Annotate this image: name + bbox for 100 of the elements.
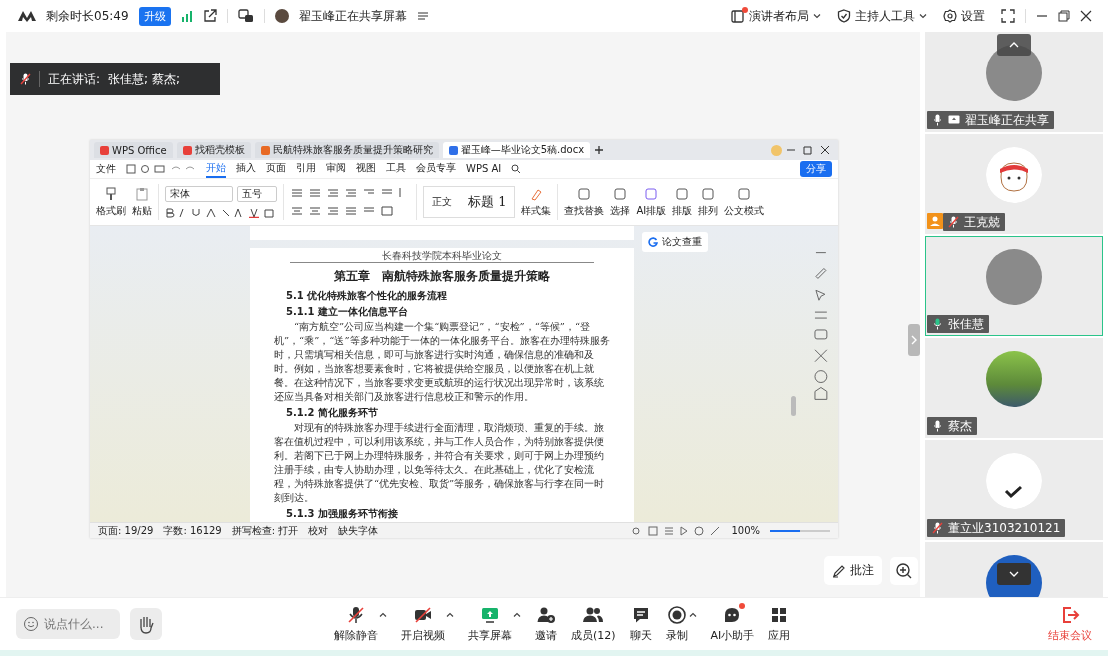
- restore-icon[interactable]: [1058, 10, 1070, 22]
- options-caret-icon[interactable]: [446, 611, 454, 619]
- scrollbar-thumb[interactable]: [791, 396, 797, 416]
- ribbon-tool-label[interactable]: 查找替换: [564, 203, 605, 218]
- ribbon-tab[interactable]: 审阅: [326, 160, 346, 178]
- participant-tile[interactable]: 董立业3103210121: [925, 440, 1103, 540]
- toolbar-button[interactable]: 邀请: [535, 605, 557, 643]
- list-icon[interactable]: [416, 10, 429, 22]
- ribbon-tab[interactable]: 工具: [386, 160, 406, 178]
- participant-tile[interactable]: 翟玉峰正在共享: [925, 32, 1103, 132]
- quick-access-icons[interactable]: [126, 164, 196, 174]
- ribbon-tool-label[interactable]: 选择: [610, 203, 631, 218]
- top-menu-button[interactable]: 演讲者布局: [731, 7, 821, 25]
- share-screen-icon: [480, 605, 500, 625]
- style-set-label[interactable]: 样式集: [521, 203, 552, 218]
- top-menu-button[interactable]: 设置: [943, 7, 985, 25]
- ribbon-tab[interactable]: WPS AI: [466, 161, 502, 177]
- missing-fonts-warning[interactable]: 缺失字体: [338, 523, 379, 538]
- toolbar-button[interactable]: 录制: [665, 605, 688, 643]
- document-tab[interactable]: WPS Office: [94, 142, 173, 158]
- ribbon-tab[interactable]: 引用: [296, 160, 316, 178]
- fullscreen-icon[interactable]: [1001, 9, 1015, 23]
- app-icon: [448, 145, 458, 155]
- options-caret-icon[interactable]: [513, 611, 521, 619]
- toolbar-button[interactable]: 聊天: [629, 605, 652, 643]
- document-tab[interactable]: 翟玉峰—毕业论文5稿.docx: [442, 142, 591, 158]
- participant-tile[interactable]: 王克兢: [925, 134, 1103, 234]
- participant-tile[interactable]: 蔡杰: [925, 338, 1103, 438]
- upgrade-button[interactable]: 升级: [138, 6, 171, 26]
- chat-input-field[interactable]: 说点什么...: [16, 609, 120, 639]
- style-option[interactable]: 正文: [424, 195, 460, 209]
- close-icon[interactable]: [1080, 10, 1092, 22]
- font-select[interactable]: 宋体: [165, 186, 233, 202]
- photo-placeholder: [986, 351, 1042, 407]
- participant-name: 张佳慧: [948, 315, 984, 333]
- ribbon-tool-label[interactable]: 排版: [672, 203, 693, 218]
- ribbon-tab[interactable]: 页面: [266, 160, 286, 178]
- zoom-in-icon[interactable]: [890, 556, 918, 585]
- toolbar-button[interactable]: 成员(12): [571, 605, 616, 643]
- scroll-down-icon[interactable]: [997, 563, 1031, 585]
- font-size-select[interactable]: 五号: [237, 186, 277, 202]
- share-button[interactable]: 分享: [800, 161, 832, 177]
- spell-check-status[interactable]: 拼写检查: 打开: [231, 523, 299, 538]
- top-menu-button[interactable]: 主持人工具: [837, 7, 927, 25]
- participant-tile[interactable]: 张佳慧: [925, 236, 1103, 336]
- app-icon: [100, 145, 109, 155]
- section-heading: 5.1 优化特殊旅客个性化的服务流程: [286, 289, 449, 303]
- toolbar-button[interactable]: 应用: [768, 605, 791, 643]
- emoji-icon[interactable]: [23, 616, 39, 632]
- ribbon-tool-label[interactable]: 公文模式: [724, 203, 765, 218]
- window-controls-icon[interactable]: [786, 145, 830, 155]
- plagiarism-check-button[interactable]: 论文查重: [641, 232, 708, 252]
- raise-hand-icon[interactable]: [130, 608, 162, 640]
- end-meeting-button[interactable]: 结束会议: [1048, 605, 1092, 643]
- format-painter-icon: [104, 186, 118, 201]
- ribbon-tab[interactable]: 插入: [236, 160, 256, 178]
- font-formatting-drawing[interactable]: [165, 208, 275, 218]
- proofread-button[interactable]: 校对: [308, 523, 329, 538]
- app-logo-icon: [18, 10, 36, 22]
- section-heading: 5.1.1 建立一体化信息平台: [286, 305, 409, 319]
- style-option[interactable]: 标题 1: [460, 193, 515, 211]
- ribbon-tool-icon: [644, 186, 659, 201]
- ribbon-tool-label[interactable]: 排列: [698, 203, 719, 218]
- participant-name: 王克兢: [964, 213, 1000, 231]
- paste-label[interactable]: 粘贴: [132, 203, 152, 218]
- toolbar-button[interactable]: AI小助手: [710, 605, 755, 643]
- document-tab[interactable]: 找稻壳模板: [176, 142, 251, 158]
- ribbon-tool-label[interactable]: AI排版: [636, 203, 667, 218]
- app-icon: [260, 145, 270, 155]
- paste-icon: [135, 186, 149, 201]
- exit-icon: [1060, 605, 1080, 625]
- zoom-slider[interactable]: [770, 529, 830, 532]
- annotate-button[interactable]: 批注: [824, 556, 882, 585]
- translate-icon[interactable]: [237, 9, 254, 23]
- options-caret-icon[interactable]: [688, 611, 697, 619]
- style-gallery[interactable]: 正文 标题 1: [423, 186, 516, 218]
- format-painter-label[interactable]: 格式刷: [96, 203, 126, 218]
- view-mode-icons[interactable]: [631, 525, 722, 536]
- open-external-icon[interactable]: [202, 9, 217, 23]
- video-off-icon: [413, 605, 433, 625]
- document-tab[interactable]: 民航特殊旅客服务质量提升策略研究: [254, 142, 439, 158]
- signal-strength-icon: [180, 10, 193, 22]
- add-tab-icon[interactable]: [594, 145, 605, 155]
- toolbar-button[interactable]: 解除静音: [334, 605, 378, 643]
- ribbon-tool-icon: [675, 186, 690, 201]
- toolbar-button[interactable]: 开启视频: [401, 605, 445, 643]
- toolbar-button[interactable]: 共享屏幕: [468, 605, 512, 643]
- settings-icon: [943, 9, 957, 23]
- scroll-up-icon[interactable]: [997, 34, 1031, 56]
- search-icon[interactable]: [511, 164, 522, 174]
- app-icon: [182, 145, 192, 155]
- file-menu[interactable]: 文件: [96, 162, 116, 176]
- options-caret-icon[interactable]: [379, 611, 387, 619]
- page-count: 页面: 19/29: [98, 523, 154, 538]
- section-heading: 5.1.2 简化服务环节: [286, 406, 379, 420]
- ribbon-tab[interactable]: 开始: [206, 160, 226, 178]
- page-header: 长春科技学院本科毕业论文: [290, 250, 594, 263]
- body-paragraph: “南方航空”公司应当构建一个集“购票登记”，“安检”，“等候”，“登机”，“乘”，“送”等多种功能于一体的一体化服务平台。旅客在办理特殊服务时，只需填写相关信息，即可与旅客进行实时沟通，确保信息的准确和及时。例如，当旅客想要素食时，它将被提供给空服员，以便旅客在机上就餐。在这种情况下，当旅客要求变更或航班的运行状况出现异常时，该系统还应当具备对相关部门及旅客进行信息校正和警示的作用。: [274, 320, 610, 404]
- ribbon-tab[interactable]: 视图: [356, 160, 376, 178]
- ribbon-tab[interactable]: 会员专享: [416, 160, 456, 178]
